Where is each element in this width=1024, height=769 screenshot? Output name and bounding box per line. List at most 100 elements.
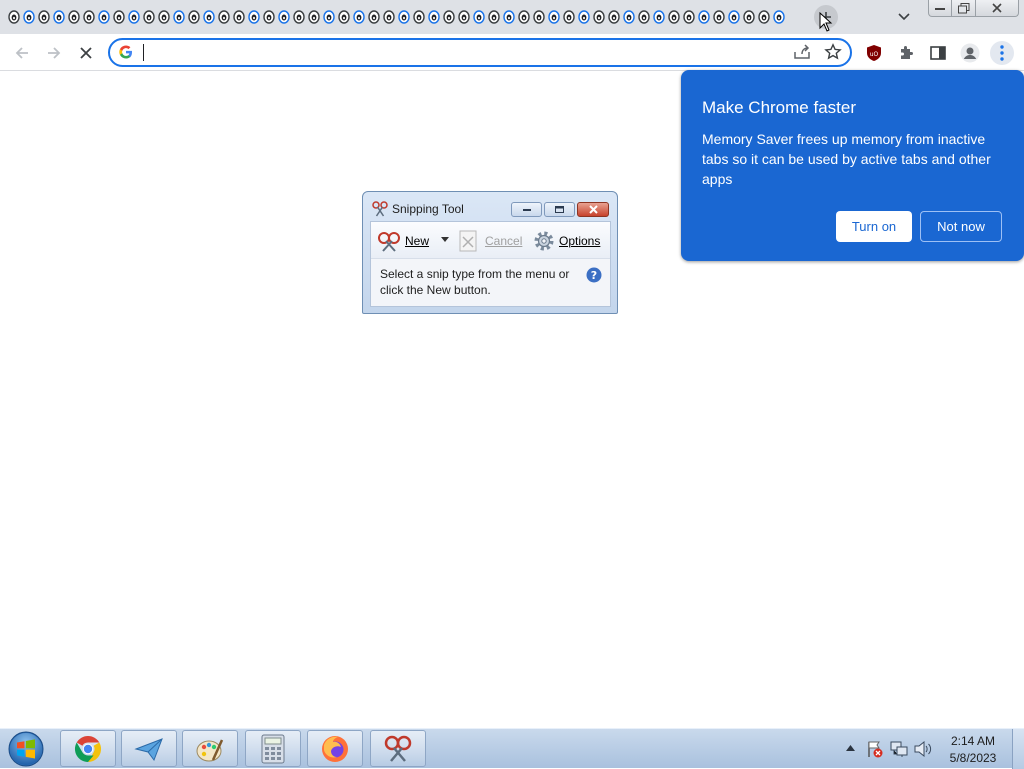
network-icon[interactable] (890, 741, 908, 758)
turn-on-button[interactable]: Turn on (836, 211, 912, 242)
browser-tab[interactable] (231, 8, 246, 26)
side-panel-button[interactable] (926, 41, 950, 65)
browser-tab[interactable] (186, 8, 201, 26)
window-close-button[interactable] (975, 0, 1019, 17)
profile-button[interactable] (958, 41, 982, 65)
browser-tab[interactable] (96, 8, 111, 26)
browser-tab[interactable] (261, 8, 276, 26)
forward-button[interactable] (42, 41, 66, 65)
browser-tab[interactable] (531, 8, 546, 26)
new-snip-button[interactable]: New (377, 230, 429, 252)
browser-tab[interactable] (171, 8, 186, 26)
browser-tab[interactable] (411, 8, 426, 26)
snipping-tool-title: Snipping Tool (392, 202, 464, 216)
tab-favicon-icon (412, 10, 425, 24)
browser-tab[interactable] (426, 8, 441, 26)
browser-tab[interactable] (561, 8, 576, 26)
window-minimize-button[interactable] (928, 0, 952, 17)
show-desktop-button[interactable] (1012, 729, 1024, 769)
omnibox[interactable] (108, 38, 852, 67)
browser-tab[interactable] (321, 8, 336, 26)
browser-tab[interactable] (576, 8, 591, 26)
browser-tab[interactable] (81, 8, 96, 26)
browser-tab[interactable] (51, 8, 66, 26)
browser-tab[interactable] (111, 8, 126, 26)
browser-tab[interactable] (636, 8, 651, 26)
snip-close-button[interactable] (577, 202, 609, 217)
browser-tab[interactable] (156, 8, 171, 26)
browser-tab[interactable] (546, 8, 561, 26)
snip-minimize-button[interactable] (511, 202, 542, 217)
browser-tab[interactable] (726, 8, 741, 26)
browser-tab[interactable] (591, 8, 606, 26)
tab-favicon-icon (232, 10, 245, 24)
back-button[interactable] (10, 41, 34, 65)
options-button[interactable]: Options (533, 230, 600, 252)
browser-tab[interactable] (651, 8, 666, 26)
cancel-snip-button[interactable]: Cancel (459, 230, 522, 252)
taskbar-snipping-tool[interactable] (370, 730, 426, 767)
browser-tab[interactable] (441, 8, 456, 26)
browser-tab[interactable] (126, 8, 141, 26)
volume-icon[interactable] (914, 741, 932, 757)
browser-tab[interactable] (246, 8, 261, 26)
system-clock[interactable]: 2:14 AM 5/8/2023 (938, 733, 1008, 767)
browser-tab[interactable] (696, 8, 711, 26)
action-center-flag-icon[interactable] (866, 740, 884, 758)
browser-tab[interactable] (141, 8, 156, 26)
browser-tab[interactable] (396, 8, 411, 26)
address-bar-input[interactable] (142, 43, 762, 62)
taskbar-paint[interactable] (182, 730, 238, 767)
share-icon[interactable] (793, 43, 811, 61)
start-button[interactable] (4, 730, 48, 768)
browser-tab[interactable] (606, 8, 621, 26)
tab-strip (0, 0, 1024, 34)
browser-tab[interactable] (36, 8, 51, 26)
browser-tab[interactable] (336, 8, 351, 26)
taskbar-calculator[interactable] (245, 730, 301, 767)
browser-tab[interactable] (456, 8, 471, 26)
browser-tab[interactable] (771, 8, 786, 26)
browser-tab[interactable] (66, 8, 81, 26)
bookmark-star-icon[interactable] (824, 43, 842, 61)
browser-tab[interactable] (711, 8, 726, 26)
stop-loading-button[interactable] (74, 41, 98, 65)
browser-tab[interactable] (216, 8, 231, 26)
browser-tab[interactable] (306, 8, 321, 26)
browser-tab[interactable] (471, 8, 486, 26)
caret-down-icon[interactable] (441, 237, 449, 242)
not-now-button[interactable]: Not now (920, 211, 1002, 242)
browser-tab[interactable] (681, 8, 696, 26)
tab-favicon-icon (667, 10, 680, 24)
browser-tab[interactable] (201, 8, 216, 26)
chrome-menu-button[interactable] (990, 41, 1014, 65)
browser-tab[interactable] (276, 8, 291, 26)
taskbar-chrome[interactable] (60, 730, 116, 767)
browser-tab[interactable] (381, 8, 396, 26)
browser-tab[interactable] (666, 8, 681, 26)
browser-tab[interactable] (516, 8, 531, 26)
browser-tab[interactable] (486, 8, 501, 26)
taskbar-firefox[interactable] (307, 730, 363, 767)
ublock-extension-button[interactable]: uO (862, 41, 886, 65)
tab-favicon-icon (742, 10, 755, 24)
browser-tab[interactable] (756, 8, 771, 26)
browser-tab[interactable] (366, 8, 381, 26)
window-restore-button[interactable] (951, 0, 976, 17)
browser-tab[interactable] (501, 8, 516, 26)
taskbar-send-app[interactable] (121, 730, 177, 767)
browser-tab[interactable] (6, 8, 21, 26)
browser-tab[interactable] (741, 8, 756, 26)
help-icon[interactable]: ? (586, 267, 602, 283)
tab-favicon-icon (607, 10, 620, 24)
browser-tab[interactable] (351, 8, 366, 26)
snip-maximize-button[interactable] (544, 202, 575, 217)
tab-search-button[interactable] (894, 7, 914, 27)
tab-favicon-icon (562, 10, 575, 24)
browser-tab[interactable] (621, 8, 636, 26)
extensions-button[interactable] (894, 41, 918, 65)
show-hidden-icons-icon[interactable] (846, 745, 855, 751)
tab-favicon-icon (502, 10, 515, 24)
browser-tab[interactable] (291, 8, 306, 26)
browser-tab[interactable] (21, 8, 36, 26)
